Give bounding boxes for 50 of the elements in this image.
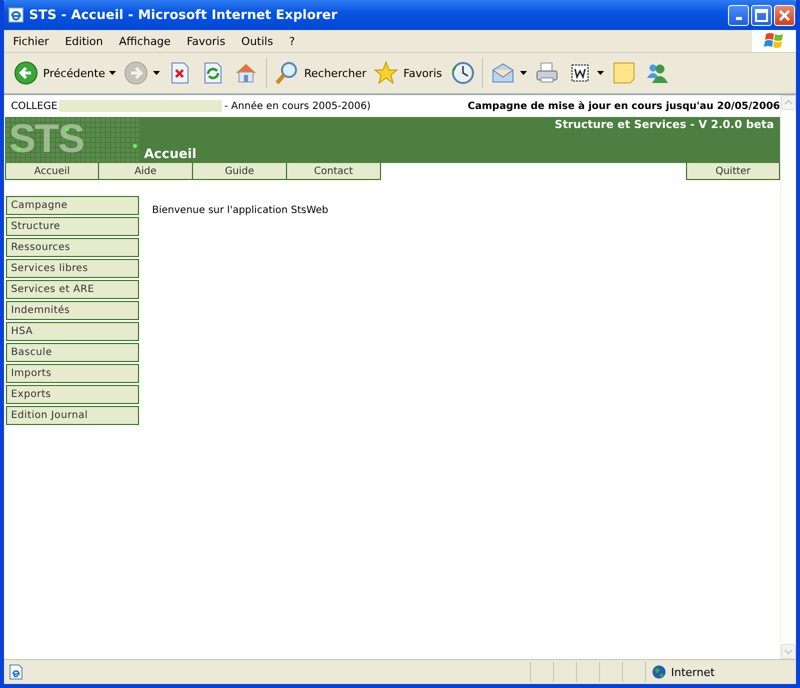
window-title: STS - Accueil - Microsoft Internet Explorer (29, 8, 338, 22)
clock-icon (449, 60, 476, 86)
minimize-button[interactable] (728, 4, 749, 26)
maximize-icon (755, 8, 768, 22)
back-button[interactable]: Précédente (10, 58, 120, 88)
sidebar-item[interactable]: Ressources (6, 238, 139, 257)
nav-tab[interactable]: Aide (99, 163, 193, 180)
quit-button[interactable]: Quitter (686, 163, 780, 180)
search-button[interactable]: Rechercher (271, 58, 370, 88)
school-year-text: - Année en cours 2005-2006) (224, 100, 371, 112)
sidebar-item[interactable]: Services et ARE (6, 280, 139, 299)
nav-tab[interactable]: Guide (193, 163, 287, 180)
star-icon (373, 60, 400, 86)
globe-icon (652, 665, 666, 679)
sidebar-item[interactable]: Services libres (6, 259, 139, 278)
caret-icon[interactable] (109, 71, 116, 75)
college-label: COLLEGE (11, 100, 58, 112)
sidebar-item[interactable]: Structure (6, 217, 139, 236)
welcome-text: Bienvenue sur l'application StsWeb (152, 205, 328, 218)
close-icon (778, 8, 791, 22)
menu-item[interactable]: ? (281, 34, 303, 48)
windows-flag-icon (763, 31, 785, 51)
page-icon (8, 664, 24, 680)
sidebar-item[interactable]: Edition Journal (6, 406, 139, 425)
campaign-notice: Campagne de mise à jour en cours jusqu'au 20/05/2006 (468, 100, 780, 112)
logo: STS (5, 117, 139, 163)
sidebar-item[interactable]: Bascule (6, 343, 139, 362)
note-icon (611, 60, 638, 86)
nav-tab[interactable]: Contact (287, 163, 381, 180)
security-zone-text: Internet (671, 666, 715, 678)
sidebar-item[interactable]: Indemnités (6, 301, 139, 320)
caret-icon[interactable] (597, 71, 604, 75)
favorites-button[interactable]: Favoris (370, 58, 446, 88)
app-title: Structure et Services - V 2.0.0 beta (554, 118, 774, 131)
menu-item[interactable]: Affichage (111, 34, 179, 48)
sidebar-item[interactable]: HSA (6, 322, 139, 341)
menu-item[interactable]: Outils (233, 34, 282, 48)
sidebar-item[interactable]: Imports (6, 364, 139, 383)
maximize-button[interactable] (751, 4, 772, 26)
menu-item[interactable]: Favoris (178, 34, 234, 48)
nav-tab[interactable]: Accueil (5, 163, 99, 180)
close-button[interactable] (774, 4, 795, 26)
page-title: Accueil (144, 147, 196, 163)
sidebar-item[interactable]: Exports (6, 385, 139, 404)
caret-icon[interactable] (520, 71, 528, 75)
browser-icon (8, 7, 24, 23)
minimize-icon (736, 17, 742, 20)
menu-item[interactable]: Fichier (4, 34, 57, 48)
sidebar-item[interactable]: Campagne (6, 196, 139, 215)
menu-item[interactable]: Edition (56, 34, 112, 48)
